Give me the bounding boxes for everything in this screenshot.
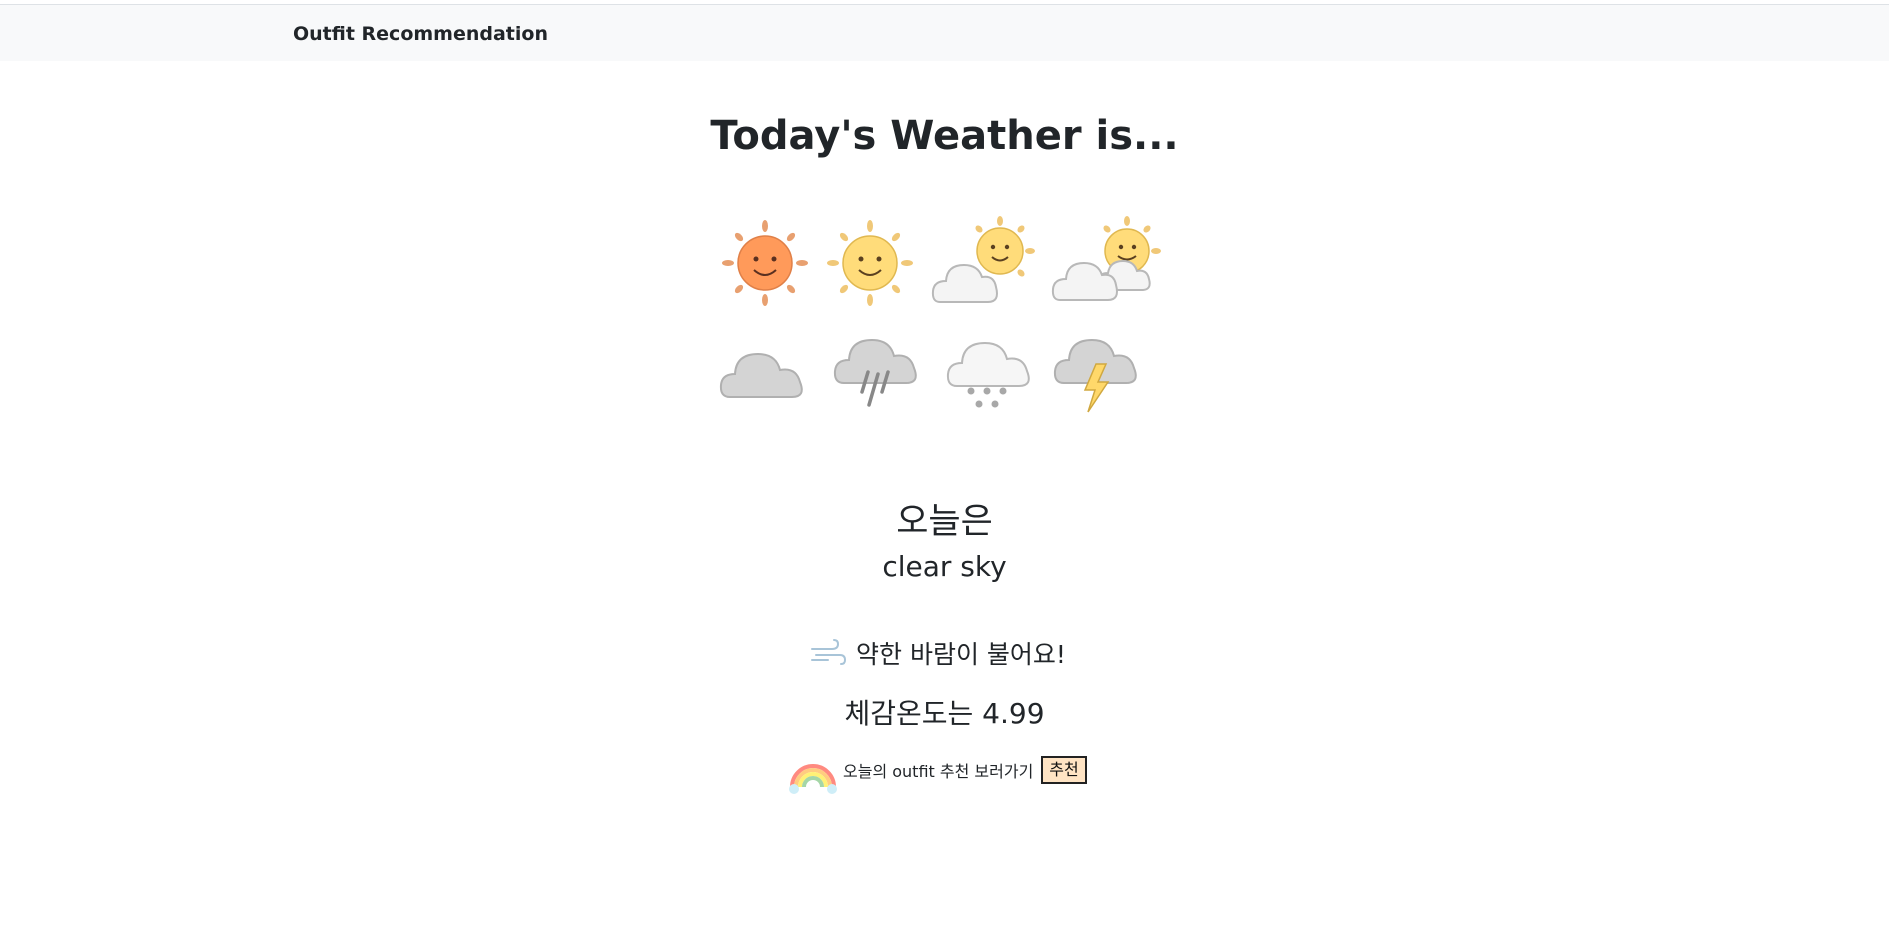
wind-icon [811, 639, 846, 665]
sun-icon [827, 220, 913, 306]
navbar: Outfit Recommendation [0, 4, 1889, 61]
rain-cloud-icon [833, 338, 917, 407]
navbar-brand[interactable]: Outfit Recommendation [293, 23, 548, 45]
feels-like-temperature: 체감온도는 4.99 [844, 697, 1045, 730]
wind-text: 약한 바람이 불어요! [856, 640, 1066, 669]
recommendation-row: 오늘의 outfit 추천 보러가기 추천 [787, 744, 1087, 796]
snow-cloud-icon [946, 341, 1030, 408]
today-label: 오늘은 [896, 502, 993, 542]
cloud-icon [719, 352, 803, 398]
sun-behind-clouds-icon [1051, 216, 1161, 301]
page-title: Today's Weather is... [710, 113, 1179, 159]
thunder-cloud-icon [1053, 338, 1137, 413]
rainbow-icon [789, 764, 837, 794]
weather-description: clear sky [882, 550, 1007, 583]
sun-behind-cloud-icon [931, 216, 1035, 303]
sun-hot-icon [722, 220, 808, 306]
recommendation-text: 오늘의 outfit 추천 보러가기 [843, 762, 1034, 781]
recommend-button[interactable]: 추천 [1041, 756, 1087, 784]
wind-info: 약한 바람이 불어요! [810, 633, 1066, 673]
